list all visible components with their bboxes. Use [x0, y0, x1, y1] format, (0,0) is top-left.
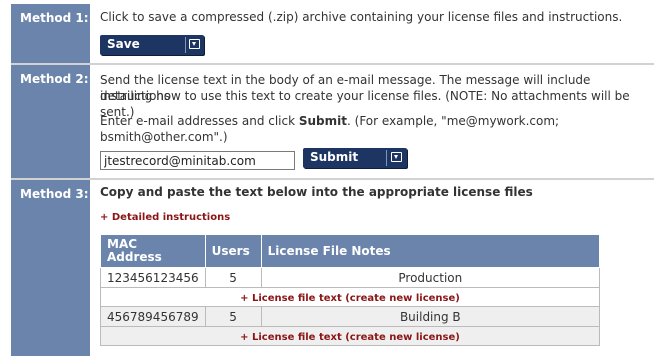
table-header-row: MAC Address Users License File Notes: [100, 234, 601, 268]
submit-button-label: Submit: [310, 150, 359, 164]
method-3-label: Method 3:: [11, 180, 90, 356]
notes-cell: Production: [260, 267, 601, 288]
email-input[interactable]: [100, 151, 295, 170]
license-notes-header: License File Notes: [260, 234, 601, 268]
method-1-description: Click to save a compressed (.zip) archiv…: [100, 10, 623, 24]
table-link-row: + License file text (create new license): [100, 287, 600, 307]
notes-cell: Building B: [260, 306, 601, 327]
save-button-label: Save: [107, 37, 140, 51]
method-3-heading: Copy and paste the text below into the a…: [100, 185, 533, 199]
detailed-instructions-link[interactable]: + Detailed instructions: [100, 210, 230, 226]
instructions-prefix: Enter e-mail addresses and click: [100, 114, 299, 128]
mac-address-header: MAC Address: [100, 234, 206, 268]
mac-address-cell: 123456123456: [100, 267, 206, 288]
save-button[interactable]: Save: [100, 35, 204, 55]
mac-address-cell: 456789456789: [100, 306, 206, 327]
table-row: 456789456789 5 Building B: [100, 306, 601, 327]
method-2-instructions-line2: bsmith@other.com".): [100, 130, 228, 144]
users-cell: 5: [204, 306, 262, 327]
email-icon[interactable]: [391, 152, 402, 162]
license-table: MAC Address Users License File Notes 1234…: [100, 234, 601, 346]
button-divider: [386, 150, 387, 166]
table-row: 123456123456 5 Production: [100, 267, 601, 288]
users-cell: 5: [204, 267, 262, 288]
instructions-submit-word: Submit: [298, 114, 348, 128]
table-link-row: + License file text (create new license): [100, 326, 600, 346]
method-1-content: Click to save a compressed (.zip) archiv…: [90, 0, 654, 63]
dropdown-icon[interactable]: [189, 39, 200, 49]
button-divider: [185, 37, 186, 53]
method-2-instructions-line1: Enter e-mail addresses and click Submit.…: [100, 113, 559, 129]
users-header: Users: [204, 234, 262, 268]
submit-button[interactable]: Submit: [303, 148, 407, 168]
method-1-row: Method 1: Click to save a compressed (.z…: [0, 0, 654, 63]
instructions-suffix: . (For example, "me@mywork.com;: [347, 114, 560, 128]
method-2-label: Method 2:: [11, 65, 90, 178]
license-file-text-link[interactable]: + License file text (create new license): [240, 332, 460, 343]
method-1-label: Method 1:: [11, 4, 90, 63]
license-file-text-link[interactable]: + License file text (create new license): [240, 293, 460, 304]
